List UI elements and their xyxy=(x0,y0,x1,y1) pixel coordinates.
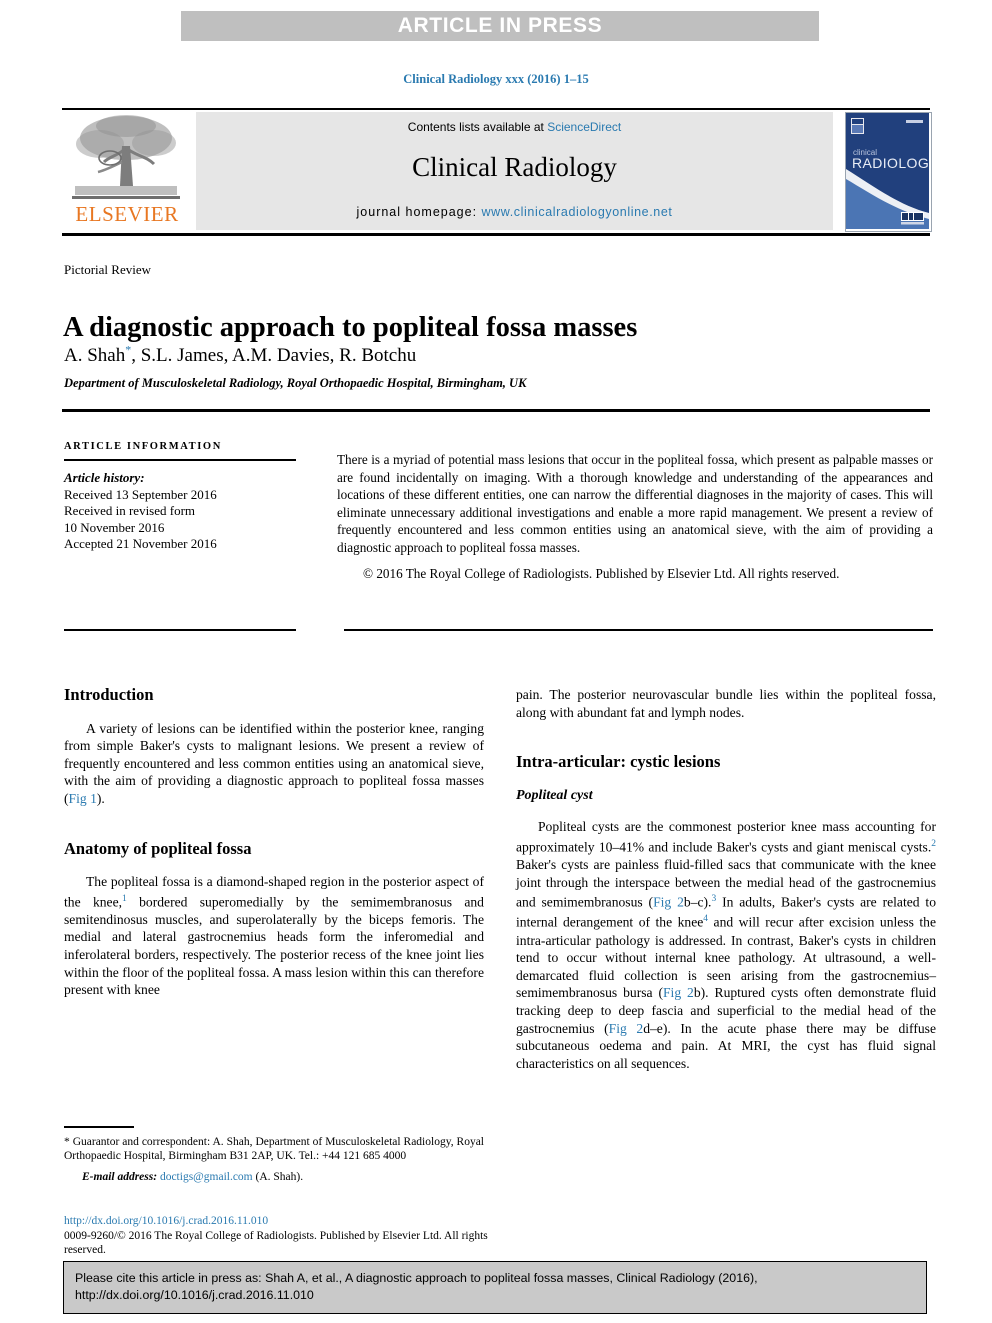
elsevier-tree-icon xyxy=(72,115,180,199)
article-in-press-banner: ARTICLE IN PRESS xyxy=(181,11,819,41)
heading-introduction: Introduction xyxy=(64,685,154,704)
abstract-text: There is a myriad of potential mass lesi… xyxy=(337,452,933,555)
paragraph-anatomy-continued: pain. The posterior neurovascular bundle… xyxy=(516,687,936,720)
elsevier-wordmark: ELSEVIER xyxy=(75,202,179,226)
article-revised-date: 10 November 2016 xyxy=(64,519,165,535)
footnote-text: * Guarantor and correspondent: A. Shah, … xyxy=(64,1135,484,1164)
journal-title: Clinical Radiology xyxy=(412,152,617,182)
figure-1-link[interactable]: Fig 1 xyxy=(69,791,97,806)
journal-cover-image: clinical RADIOLOGY xyxy=(846,113,931,229)
article-received-date: Received 13 September 2016 xyxy=(64,486,217,502)
svg-text:RADIOLOGY: RADIOLOGY xyxy=(852,155,929,171)
heading-intra-articular: Intra-articular: cystic lesions xyxy=(516,752,721,772)
article-history: Article history: Received 13 September 2… xyxy=(64,470,302,553)
footnote-body: Guarantor and correspondent: A. Shah, De… xyxy=(64,1135,484,1162)
article-in-press-label: ARTICLE IN PRESS xyxy=(397,14,603,37)
author-names: A. Shah*, S.L. James, A.M. Davies, R. Bo… xyxy=(64,343,417,367)
article-page: ARTICLE IN PRESS Clinical Radiology xxx … xyxy=(0,0,992,1323)
page-title: A diagnostic approach to popliteal fossa… xyxy=(63,312,638,344)
article-history-label: Article history: xyxy=(64,470,145,485)
journal-homepage-line: journal homepage: www.clinicalradiologyo… xyxy=(196,205,833,219)
abstract-copyright: © 2016 The Royal College of Radiologists… xyxy=(363,565,840,581)
figure-2de-link[interactable]: Fig 2 xyxy=(609,1021,644,1036)
section-type-label: Pictorial Review xyxy=(64,262,152,277)
author-list: A. Shah*, S.L. James, A.M. Davies, R. Bo… xyxy=(64,343,934,367)
anatomy-text-b: bordered superomedially by the semimembr… xyxy=(64,894,484,998)
paragraph-popliteal-cyst: Popliteal cysts are the commonest poster… xyxy=(516,818,936,1072)
body-column-left: Introduction A variety of lesions can be… xyxy=(64,686,484,999)
homepage-prefix: journal homepage: xyxy=(356,205,482,219)
footnote-rule xyxy=(64,1126,134,1128)
journal-homepage-link[interactable]: www.clinicalradiologyonline.net xyxy=(482,205,673,219)
issn-copyright-line: 0009-9260/© 2016 The Royal College of Ra… xyxy=(64,1229,488,1257)
email-address-label: E-mail address: xyxy=(82,1171,158,1184)
email-link[interactable]: doctigs@gmail.com xyxy=(160,1171,253,1183)
title-block-rule xyxy=(62,409,930,412)
corresponding-author-marker: * xyxy=(125,343,132,357)
correspondence-footnote: * Guarantor and correspondent: A. Shah, … xyxy=(64,1126,484,1185)
reference-marker-2[interactable]: 2 xyxy=(931,839,936,849)
figure-2b-link[interactable]: Fig 2 xyxy=(663,985,694,1000)
paragraph-introduction: A variety of lesions can be identified w… xyxy=(64,720,484,808)
masthead-bottom-rule xyxy=(62,233,930,236)
intro-text-a: A variety of lesions can be identified w… xyxy=(64,720,484,806)
doi-and-issn-block: http://dx.doi.org/10.1016/j.crad.2016.11… xyxy=(64,1214,494,1258)
affiliation: Department of Musculoskeletal Radiology,… xyxy=(64,376,527,390)
abstract: There is a myriad of potential mass lesi… xyxy=(337,451,933,582)
cyst-text-c: b–c). xyxy=(683,894,712,910)
abstract-bottom-rule xyxy=(344,629,933,631)
running-head: Clinical Radiology xxx (2016) 1–15 xyxy=(403,72,589,86)
article-information-block: ARTICLE INFORMATION Article history: Rec… xyxy=(64,441,302,553)
article-information-heading: ARTICLE INFORMATION xyxy=(64,441,222,452)
journal-masthead: ELSEVIER Contents lists available at Sci… xyxy=(62,108,932,236)
email-owner: (A. Shah). xyxy=(255,1171,304,1184)
paragraph-anatomy: The popliteal fossa is a diamond-shaped … xyxy=(64,873,484,999)
article-information-rule xyxy=(64,459,296,461)
article-information-bottom-rule xyxy=(64,629,296,631)
heading-anatomy: Anatomy of popliteal fossa xyxy=(64,838,252,858)
sciencedirect-link[interactable]: ScienceDirect xyxy=(547,120,621,134)
journal-cover-thumbnail: clinical RADIOLOGY xyxy=(845,112,932,232)
masthead-top-rule xyxy=(62,108,930,110)
citation-box: Please cite this article in press as: Sh… xyxy=(63,1261,927,1314)
article-revised-label: Received in revised form xyxy=(64,503,196,518)
doi-link[interactable]: http://dx.doi.org/10.1016/j.crad.2016.11… xyxy=(64,1214,494,1229)
figure-2bc-link[interactable]: Fig 2 xyxy=(653,895,684,910)
cyst-text-a: Popliteal cysts are the commonest poster… xyxy=(516,819,936,855)
elsevier-logo: ELSEVIER xyxy=(64,112,190,230)
article-accepted-date: Accepted 21 November 2016 xyxy=(64,536,217,551)
heading-popliteal-cyst: Popliteal cyst xyxy=(516,787,593,803)
masthead-contents-box: Contents lists available at ScienceDirec… xyxy=(196,112,833,230)
citation-text: Please cite this article in press as: Sh… xyxy=(75,1271,758,1302)
intro-text-b: ). xyxy=(96,790,105,806)
contents-prefix: Contents lists available at xyxy=(407,120,548,134)
body-column-right: pain. The posterior neurovascular bundle… xyxy=(516,686,936,1072)
contents-available-line: Contents lists available at ScienceDirec… xyxy=(196,120,833,134)
footnote-email-line: E-mail address: doctigs@gmail.com (A. Sh… xyxy=(64,1170,484,1184)
